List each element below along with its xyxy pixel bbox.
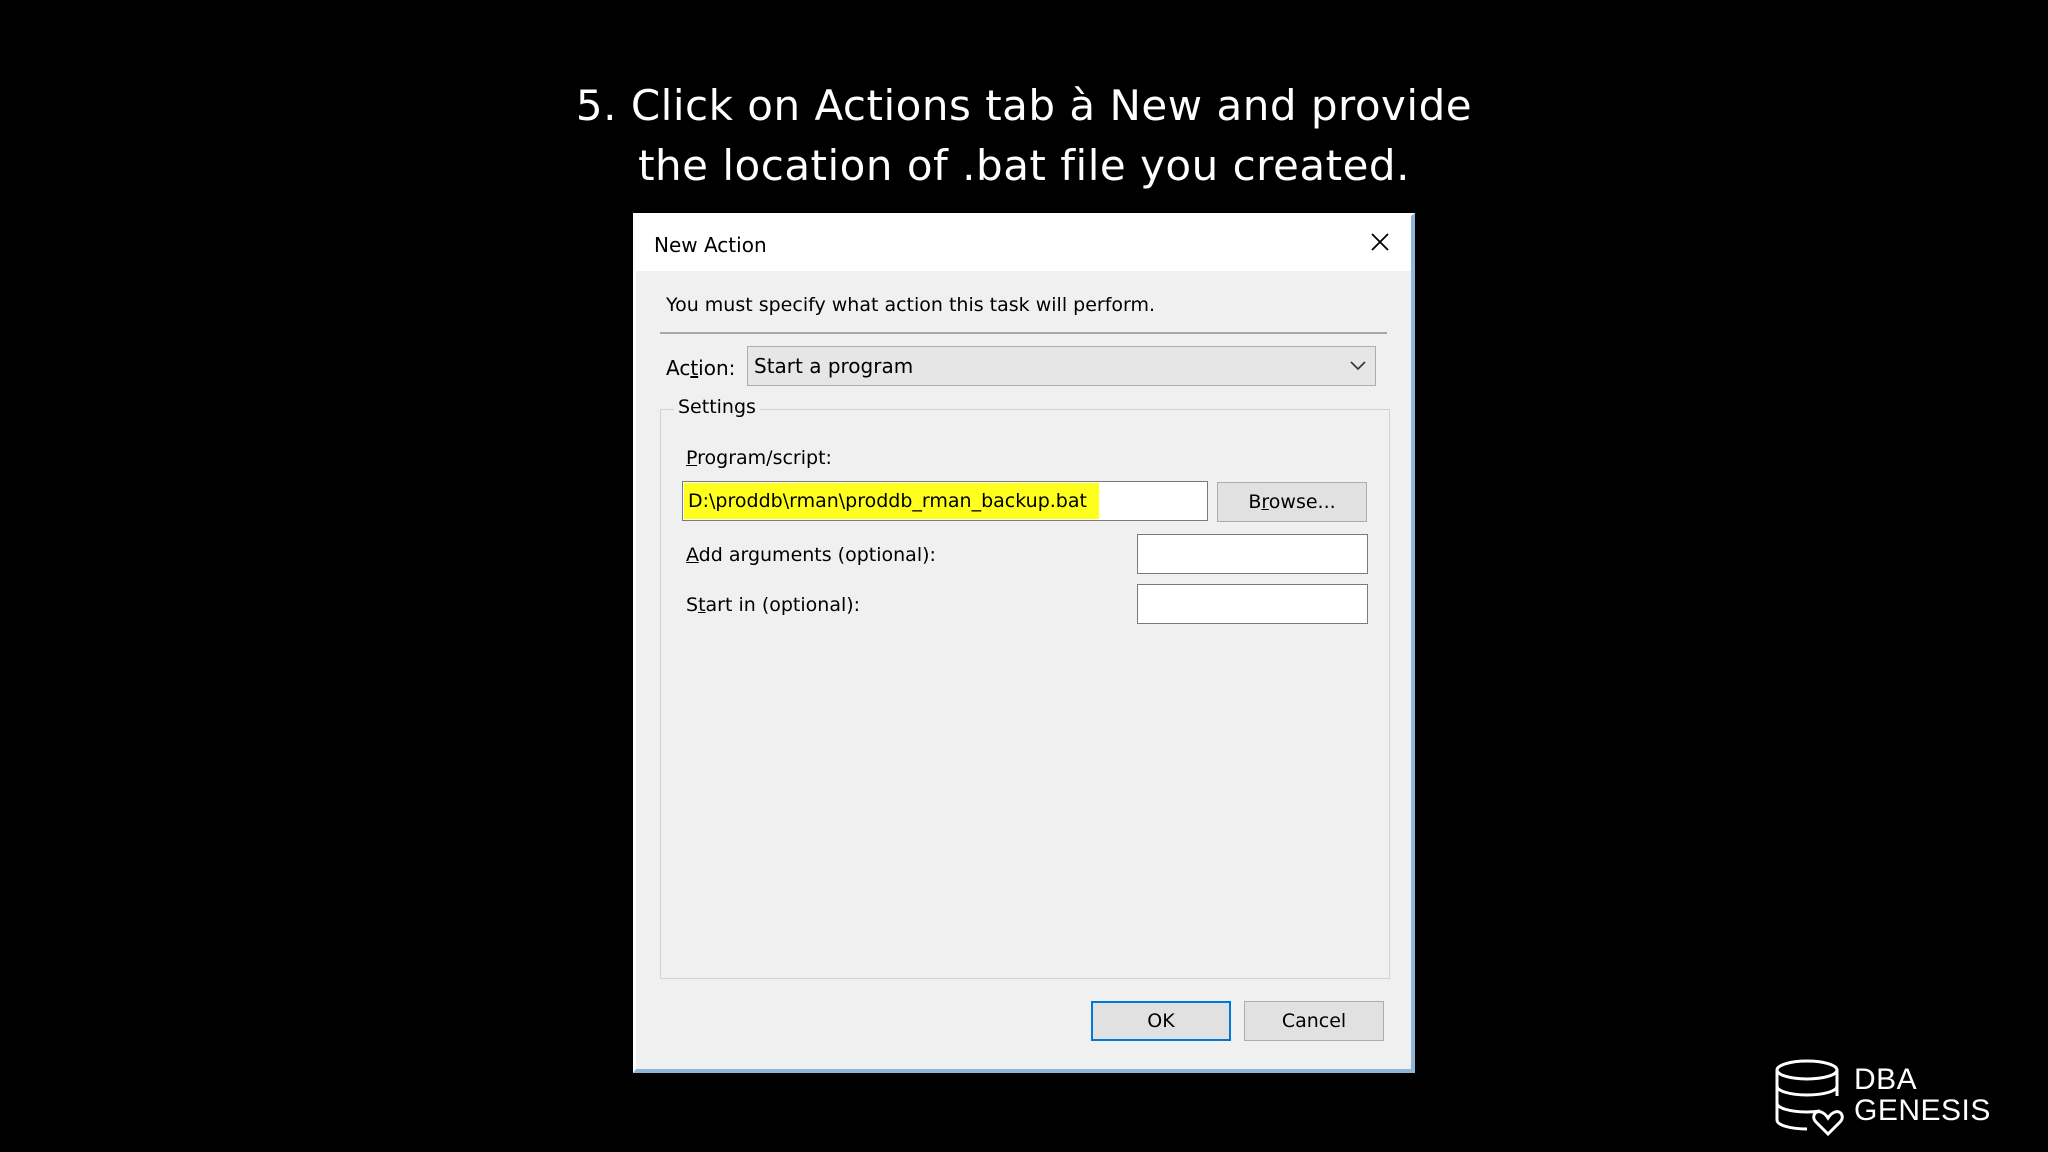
slide: 5. Click on Actions tab à New and provid… <box>0 0 2048 1152</box>
logo-line-2: GENESIS <box>1854 1094 1991 1127</box>
caption-line-2: the location of .bat file you created. <box>638 141 1410 190</box>
start-in-input[interactable] <box>1137 584 1368 624</box>
chevron-down-icon <box>1341 361 1375 371</box>
close-icon <box>1371 233 1389 251</box>
action-dropdown[interactable]: Start a program <box>747 346 1376 386</box>
ok-button[interactable]: OK <box>1091 1001 1231 1041</box>
slide-caption: 5. Click on Actions tab à New and provid… <box>0 76 2048 196</box>
program-script-label: Program/script: <box>686 447 832 469</box>
close-button[interactable] <box>1357 222 1403 262</box>
dba-genesis-logo: DBA GENESIS <box>1774 1058 2014 1138</box>
add-arguments-input[interactable] <box>1137 534 1368 574</box>
new-action-dialog: New Action You must specify what action … <box>633 213 1415 1073</box>
logo-line-1: DBA <box>1854 1063 1918 1096</box>
program-script-input[interactable]: D:\proddb\rman\proddb_rman_backup.bat <box>682 481 1208 521</box>
divider <box>660 332 1387 334</box>
database-heart-icon <box>1775 1059 1844 1137</box>
dialog-titlebar: New Action <box>636 216 1411 271</box>
action-selected-value: Start a program <box>754 354 914 378</box>
cancel-button[interactable]: Cancel <box>1244 1001 1384 1041</box>
action-label: Action: <box>666 356 736 380</box>
dialog-title: New Action <box>654 233 767 257</box>
program-script-value: D:\proddb\rman\proddb_rman_backup.bat <box>684 483 1099 519</box>
logo-wordmark: DBA GENESIS <box>1854 1064 1991 1126</box>
start-in-label: Start in (optional): <box>686 594 861 616</box>
dialog-instruction: You must specify what action this task w… <box>666 294 1156 316</box>
browse-button[interactable]: Browse... <box>1217 482 1367 522</box>
add-arguments-label: Add arguments (optional): <box>686 544 936 566</box>
settings-legend: Settings <box>674 396 760 418</box>
caption-line-1: 5. Click on Actions tab à New and provid… <box>575 81 1473 130</box>
